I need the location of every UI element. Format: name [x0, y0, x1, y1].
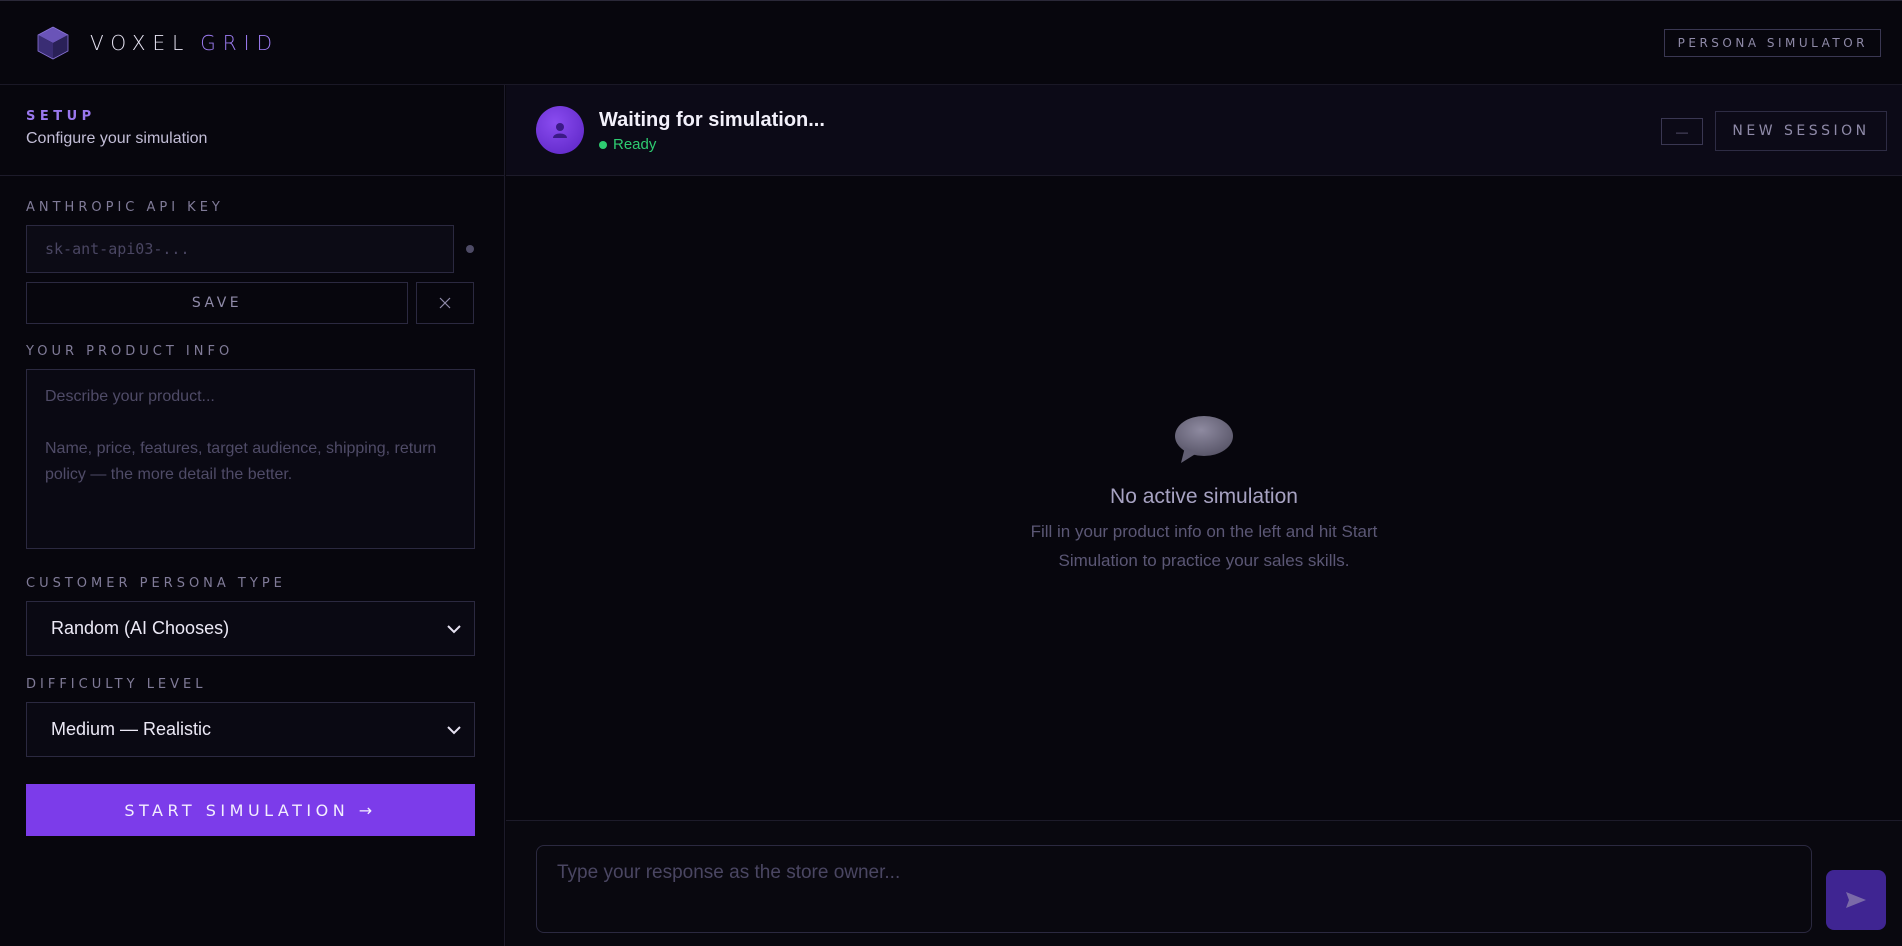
- chevron-down-icon: [447, 624, 461, 633]
- message-composer: [506, 820, 1902, 946]
- product-info-textarea[interactable]: [26, 369, 475, 549]
- product-info-label: YOUR PRODUCT INFO: [26, 344, 234, 359]
- persona-type-label: CUSTOMER PERSONA TYPE: [26, 576, 286, 591]
- cube-icon: [37, 26, 69, 59]
- api-key-input[interactable]: [26, 225, 454, 273]
- difficulty-label: DIFFICULTY LEVEL: [26, 677, 207, 692]
- chat-status-text: Ready: [613, 136, 657, 153]
- persona-type-select[interactable]: Random (AI Chooses): [26, 601, 475, 656]
- setup-eyebrow: SETUP: [26, 109, 96, 124]
- app-root: VOXEL GRID PERSONA SIMULATOR SETUP Confi…: [0, 0, 1902, 946]
- difficulty-value: Medium — Realistic: [51, 719, 212, 739]
- empty-state-title: No active simulation: [1110, 485, 1298, 508]
- setup-subtitle: Configure your simulation: [26, 130, 208, 147]
- minimize-button[interactable]: —: [1661, 118, 1703, 145]
- setup-sidebar: SETUP Configure your simulation ANTHROPI…: [0, 85, 505, 946]
- api-key-label: ANTHROPIC API KEY: [26, 200, 224, 215]
- message-input[interactable]: [536, 845, 1812, 933]
- persona-simulator-badge: PERSONA SIMULATOR: [1663, 28, 1881, 57]
- top-bar: VOXEL GRID PERSONA SIMULATOR: [0, 0, 1902, 85]
- chat-title: Waiting for simulation...: [599, 109, 825, 131]
- save-api-key-button[interactable]: SAVE: [26, 282, 408, 324]
- api-key-status-dot: [466, 245, 474, 253]
- send-button[interactable]: [1826, 870, 1886, 930]
- chat-status: Ready: [599, 136, 656, 153]
- brand[interactable]: VOXEL GRID: [36, 25, 279, 61]
- clear-api-key-button[interactable]: [416, 282, 474, 324]
- chat-header: Waiting for simulation... Ready — NEW SE…: [506, 85, 1902, 176]
- persona-avatar: [536, 106, 584, 154]
- user-icon: [553, 123, 567, 138]
- start-simulation-button[interactable]: START SIMULATION →: [26, 784, 475, 836]
- persona-type-value: Random (AI Chooses): [51, 618, 230, 638]
- brand-name-primary: VOXEL: [90, 30, 191, 55]
- new-session-button[interactable]: NEW SESSION: [1715, 111, 1887, 151]
- empty-state: No active simulation Fill in your produc…: [506, 415, 1902, 575]
- chevron-down-icon: [447, 725, 461, 734]
- brand-name-accent: GRID: [200, 30, 279, 55]
- speech-bubble-icon: [1175, 416, 1233, 463]
- difficulty-select[interactable]: Medium — Realistic: [26, 702, 475, 757]
- close-icon: [439, 297, 451, 309]
- status-online-dot: [599, 140, 607, 149]
- send-icon: [1846, 892, 1866, 908]
- setup-header: SETUP Configure your simulation: [0, 85, 504, 176]
- chat-panel: Waiting for simulation... Ready — NEW SE…: [506, 85, 1902, 946]
- empty-state-description: Fill in your product info on the left an…: [1030, 522, 1378, 570]
